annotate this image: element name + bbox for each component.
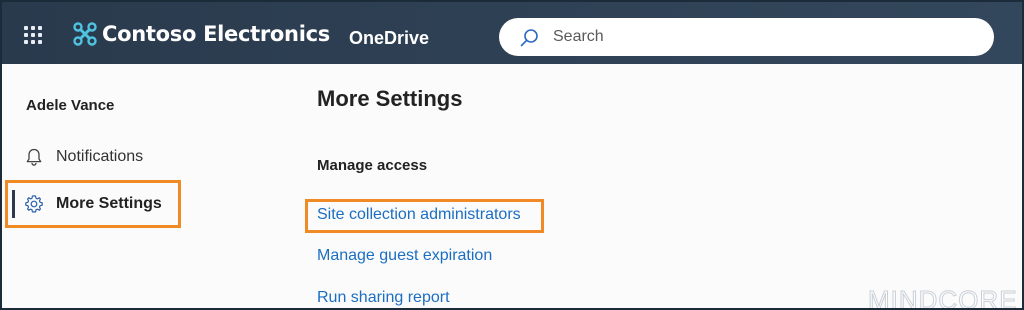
user-name: Adele Vance — [26, 97, 115, 114]
bell-icon — [26, 148, 42, 166]
sidebar-item-notifications[interactable]: Notifications — [12, 139, 178, 175]
sidebar-item-label: Notifications — [56, 148, 144, 165]
waffle-icon[interactable] — [24, 26, 42, 44]
manage-guest-expiration-link[interactable]: Manage guest expiration — [317, 247, 492, 265]
annotation-highlight-link — [305, 199, 544, 233]
app-name[interactable]: OneDrive — [349, 28, 429, 49]
watermark: MINDCORE — [868, 285, 1018, 310]
page-title: More Settings — [317, 86, 463, 111]
annotation-highlight-sidebar — [5, 180, 181, 228]
search-icon — [520, 29, 538, 47]
section-heading: Manage access — [317, 157, 428, 174]
search-input[interactable] — [553, 25, 973, 49]
brand-name[interactable]: Contoso Electronics — [102, 22, 330, 46]
search-box[interactable] — [499, 18, 994, 56]
top-header: Contoso Electronics OneDrive — [2, 2, 1022, 64]
app-window: Contoso Electronics OneDrive Adele Vance… — [0, 0, 1024, 310]
run-sharing-report-link[interactable]: Run sharing report — [317, 289, 450, 307]
contoso-logo-icon — [73, 22, 97, 46]
